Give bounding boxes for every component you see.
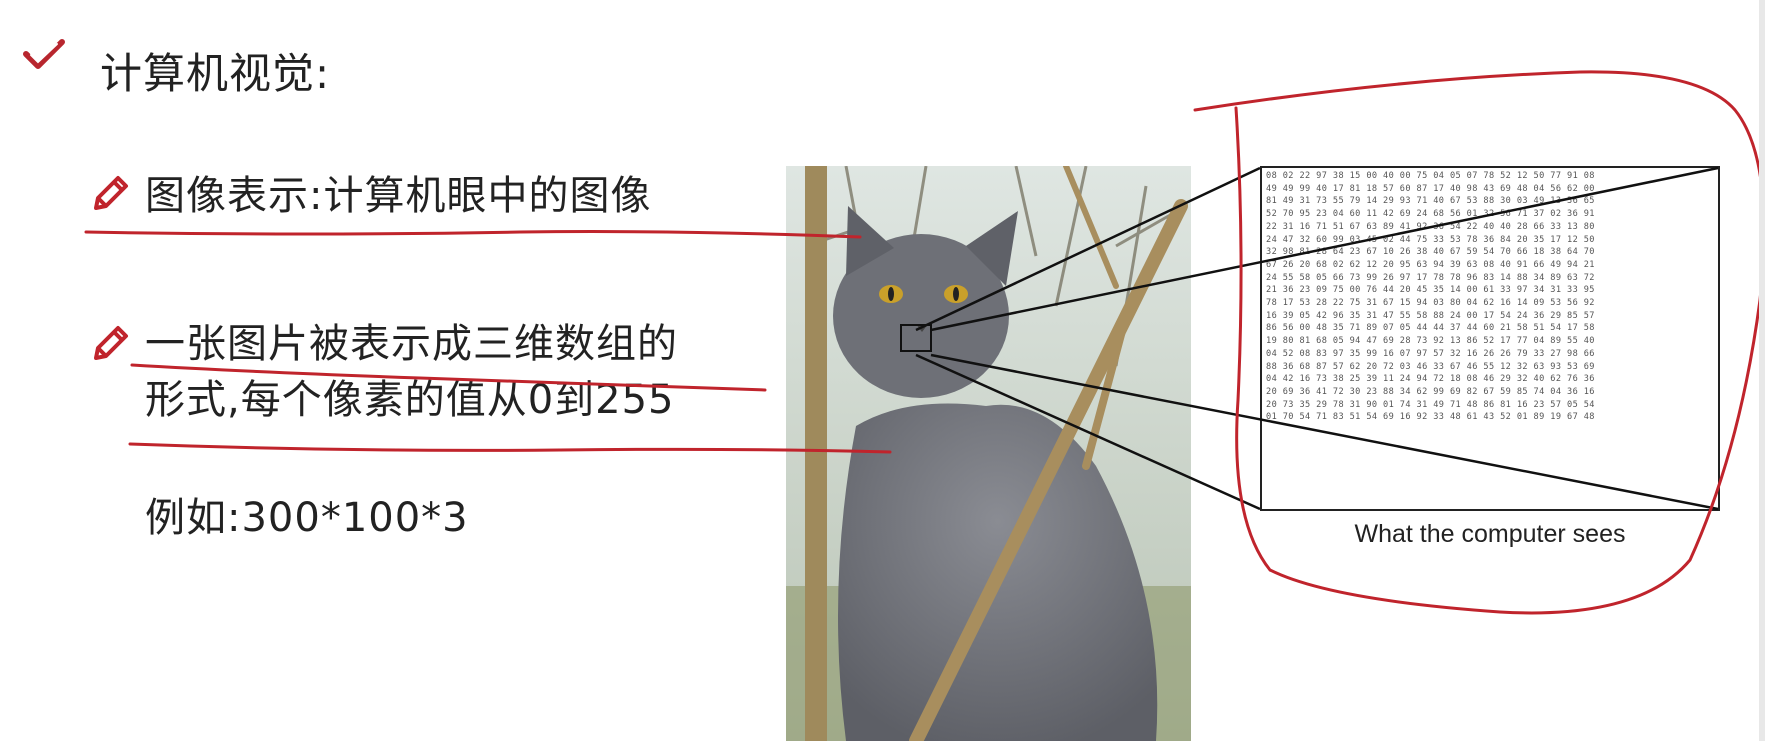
pixel-values: 08 02 22 97 38 15 00 40 00 75 04 05 07 7… <box>1266 171 1595 423</box>
underline-bullet-1 <box>84 230 862 239</box>
pixel-value-grid: 08 02 22 97 38 15 00 40 00 75 04 05 07 7… <box>1260 166 1720 511</box>
cat-photo <box>786 166 1191 741</box>
grid-caption: What the computer sees <box>1354 520 1626 548</box>
bullet-image-representation: 图像表示:计算机眼中的图像 <box>145 173 652 219</box>
bullet-3d-array-line2: 形式,每个像素的值从0到255 <box>145 377 675 423</box>
underline-bullet-2b <box>128 442 892 454</box>
slide-title: 计算机视觉: <box>100 49 331 98</box>
bullet-3d-array-line1: 一张图片被表示成三维数组的 <box>145 321 678 367</box>
scrollbar[interactable] <box>1759 0 1765 741</box>
check-icon <box>23 39 65 69</box>
example-text: 例如:300*100*3 <box>145 495 469 541</box>
pencil-icon <box>94 176 128 210</box>
pencil-icon <box>94 326 128 360</box>
